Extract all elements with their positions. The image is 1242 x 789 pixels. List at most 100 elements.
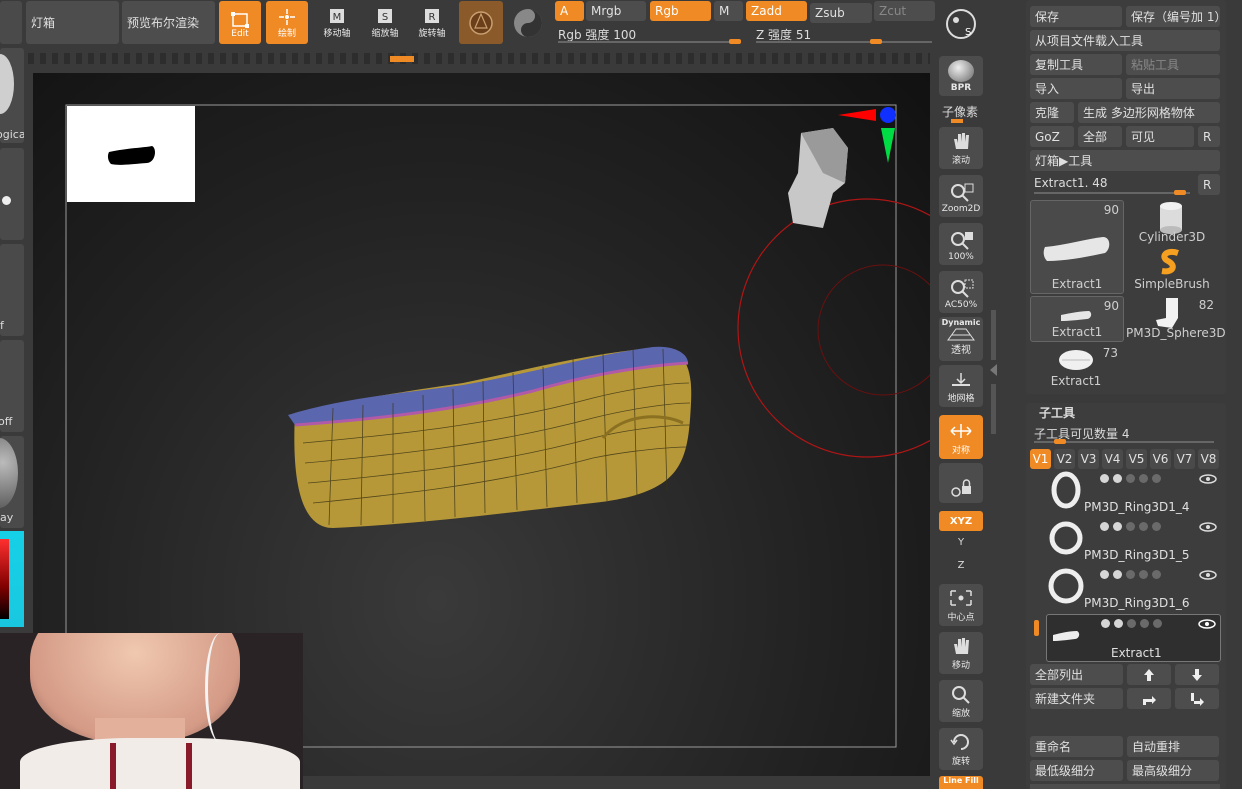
subtool-list-scrollbar[interactable] [1034, 620, 1039, 636]
current-tool-slider[interactable]: Extract1. 48 [1030, 174, 1194, 196]
copy-tool-button[interactable]: 复制工具 [1030, 54, 1122, 75]
tool-thumb-simplebrush[interactable]: SimpleBrush [1126, 247, 1218, 293]
auto-reorder-button[interactable]: 自动重排 [1127, 736, 1219, 757]
tab-v8[interactable]: V8 [1198, 449, 1219, 469]
zcut-toggle[interactable]: Zcut [874, 1, 935, 21]
a-toggle[interactable]: A [555, 1, 584, 21]
eye-icon[interactable] [1198, 619, 1216, 629]
zoom2d-button[interactable]: Zoom2D [939, 175, 983, 217]
left-alpha-slot[interactable]: f [0, 244, 24, 336]
material-swatch[interactable] [459, 1, 503, 44]
linefill-button[interactable]: Line Fill [939, 776, 983, 789]
move-into-button[interactable] [1127, 688, 1171, 709]
subtool-toggles[interactable] [1101, 619, 1162, 628]
xyz-button[interactable]: XYZ [939, 511, 983, 531]
eye-icon[interactable] [1199, 522, 1217, 532]
subtool-title[interactable]: 子工具 [1039, 404, 1075, 421]
eye-icon[interactable] [1199, 570, 1217, 580]
edit-button[interactable]: Edit [219, 1, 261, 44]
load-from-project-button[interactable]: 从项目文件载入工具 [1030, 30, 1220, 51]
subtool-toggles[interactable] [1100, 522, 1161, 531]
shelf-scrollbar[interactable] [991, 310, 996, 360]
subtool-item-selected[interactable]: Extract1 [1046, 614, 1221, 662]
ac50-button[interactable]: AC50% [939, 271, 983, 313]
tool-thumb-extract1-small[interactable]: 90 Extract1 [1030, 296, 1124, 342]
save-button[interactable]: 保存 [1030, 6, 1122, 27]
tab-v4[interactable]: V4 [1102, 449, 1123, 469]
subtool-item[interactable]: PM3D_Ring3D1_4 [1046, 470, 1221, 515]
z-rotate-button[interactable]: Z [950, 560, 972, 578]
move-out-button[interactable] [1175, 688, 1219, 709]
make-polymesh-button[interactable]: 生成 多边形网格物体 [1078, 102, 1220, 123]
preview-bpr-button[interactable]: 预览布尔渲染 [122, 1, 215, 44]
subpixel-handle[interactable] [951, 119, 963, 123]
mrgb-toggle[interactable]: Mrgb [586, 1, 646, 21]
symmetry-button[interactable]: 对称 [939, 415, 983, 459]
shelf-scrollbar-lower[interactable] [991, 384, 996, 434]
clone-button[interactable]: 克隆 [1030, 102, 1074, 123]
tab-v6[interactable]: V6 [1150, 449, 1171, 469]
draw-button[interactable]: 绘制 [266, 1, 308, 44]
export-button[interactable]: 导出 [1126, 78, 1220, 99]
subtool-item[interactable]: PM3D_Ring3D1_6 [1046, 566, 1221, 611]
scroll-button[interactable]: 滚动 [939, 127, 983, 169]
visible-button[interactable]: 可见 [1126, 126, 1194, 147]
move-down-button[interactable] [1175, 664, 1219, 685]
import-button[interactable]: 导入 [1030, 78, 1122, 99]
ruler-marker[interactable] [390, 56, 414, 62]
current-tool-handle[interactable] [1174, 190, 1186, 195]
center-button[interactable]: 中心点 [939, 584, 983, 626]
all-button[interactable]: 全部 [1078, 126, 1122, 147]
texture-swatch[interactable] [510, 5, 546, 41]
zadd-toggle[interactable]: Zadd [746, 1, 807, 21]
lightbox-button[interactable]: 灯箱 [26, 1, 119, 44]
tab-v2[interactable]: V2 [1054, 449, 1075, 469]
rgb-intensity-handle[interactable] [729, 39, 741, 44]
left-brush-slot[interactable]: ogica [0, 48, 24, 143]
new-folder-button[interactable]: 新建文件夹 [1030, 688, 1123, 709]
z-intensity-handle[interactable] [870, 39, 882, 44]
subtool-toggles[interactable] [1100, 474, 1161, 483]
tab-v7[interactable]: V7 [1174, 449, 1195, 469]
list-all-button[interactable]: 全部列出 [1030, 664, 1123, 685]
tool-thumb-extract1-large[interactable]: 90 Extract1 [1030, 200, 1124, 294]
zoom100-button[interactable]: 100% [939, 223, 983, 265]
subpixel-control[interactable]: 子像素 [939, 102, 983, 124]
rgb-toggle[interactable]: Rgb [650, 1, 711, 21]
highest-subdiv-button[interactable]: 最高级细分 [1127, 760, 1219, 781]
tool-thumb-extract1-teeth[interactable]: 73 Extract1 [1030, 344, 1122, 390]
zsub-toggle[interactable]: Zsub [810, 3, 872, 23]
left-material-slot[interactable]: ay [0, 436, 24, 528]
subtool-item[interactable]: PM3D_Ring3D1_5 [1046, 518, 1221, 563]
r-button[interactable]: R [1198, 126, 1220, 147]
goz-button[interactable]: GoZ [1030, 126, 1074, 147]
left-stroke-slot[interactable] [0, 148, 24, 240]
left-edge-button[interactable] [0, 1, 22, 44]
collapse-arrow-icon[interactable] [990, 364, 997, 376]
tab-v3[interactable]: V3 [1078, 449, 1099, 469]
color-gradient[interactable] [0, 539, 9, 619]
navigator-thumbnail[interactable] [67, 106, 195, 202]
subtool-visible-count-slider[interactable]: 子工具可见数量 4 [1030, 423, 1220, 445]
tab-v5[interactable]: V5 [1126, 449, 1147, 469]
lowest-subdiv-button[interactable]: 最低级细分 [1030, 760, 1123, 781]
z-intensity-slider[interactable]: Z 强度 51 [752, 24, 935, 46]
perspective-button[interactable]: Dynamic 透视 [939, 317, 983, 361]
paste-tool-button[interactable]: 粘贴工具 [1126, 54, 1220, 75]
tool-thumb-cylinder3d[interactable]: Cylinder3D [1126, 200, 1218, 246]
rgb-intensity-slider[interactable]: Rgb 强度 100 [555, 24, 745, 46]
spotlight-button[interactable]: S [942, 5, 982, 43]
bpr-button[interactable]: BPR [939, 56, 983, 96]
left-texture-slot[interactable]: off [0, 340, 24, 432]
m-toggle[interactable]: M [714, 1, 743, 21]
zoom-view-button[interactable]: 缩放 [939, 680, 983, 722]
move-button[interactable]: M 移动轴 [316, 1, 358, 44]
save-increment-button[interactable]: 保存（编号加 1） [1126, 6, 1220, 27]
floor-button[interactable]: 地网格 [939, 365, 983, 407]
move-view-button[interactable]: 移动 [939, 632, 983, 674]
move-up-button[interactable] [1127, 664, 1171, 685]
scale-button[interactable]: S 缩放轴 [364, 1, 406, 44]
lock-button[interactable] [939, 463, 983, 503]
rename-button[interactable]: 重命名 [1030, 736, 1123, 757]
rotate-button[interactable]: R 旋转轴 [411, 1, 453, 44]
